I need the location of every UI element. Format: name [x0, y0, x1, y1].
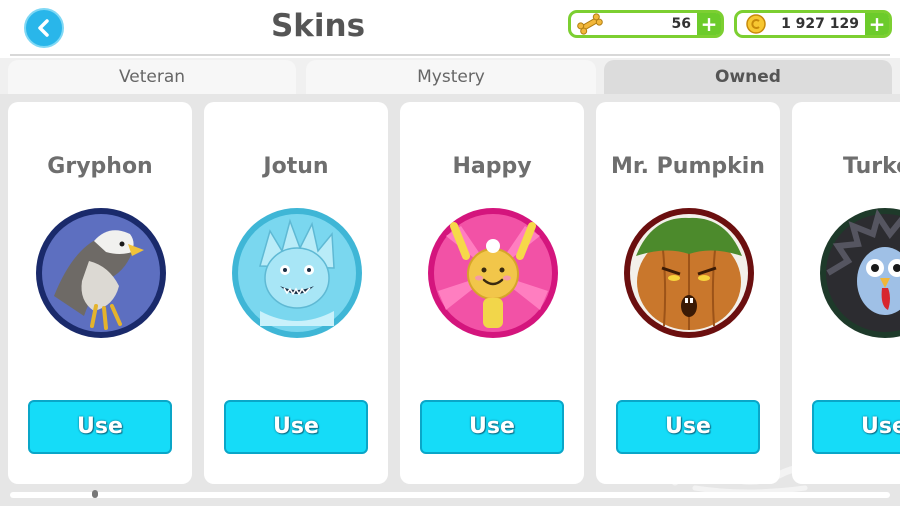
add-bones-button[interactable]: +: [697, 13, 721, 35]
use-button[interactable]: Use: [224, 400, 368, 454]
skin-name: Happy: [452, 154, 532, 179]
use-button[interactable]: Use: [28, 400, 172, 454]
tab-bar: Veteran Mystery Owned: [0, 60, 900, 94]
use-button[interactable]: Use: [420, 400, 564, 454]
bone-amount: 56: [671, 16, 691, 32]
top-bar: Skins 56 + 1 927 129 +: [0, 0, 900, 58]
skins-list: Gryphon Use Jotun Use Happy Use Mr. Pump…: [0, 94, 900, 506]
mr-pumpkin-skin-icon: [624, 208, 754, 338]
skin-name: Turke: [843, 154, 900, 179]
tab-veteran[interactable]: Veteran: [8, 60, 296, 94]
tab-owned[interactable]: Owned: [604, 60, 892, 94]
bone-icon: [577, 13, 603, 35]
skin-name: Jotun: [263, 154, 329, 179]
gryphon-skin-icon: [36, 208, 166, 338]
bone-currency: 56 +: [568, 10, 724, 38]
skin-card-turkey: Turke Use: [792, 102, 900, 484]
coin-currency: 1 927 129 +: [734, 10, 892, 38]
use-button[interactable]: Use: [812, 400, 900, 454]
skin-card-happy: Happy Use: [400, 102, 584, 484]
jotun-skin-icon: [232, 208, 362, 338]
skin-name: Mr. Pumpkin: [611, 154, 765, 179]
tab-mystery[interactable]: Mystery: [306, 60, 596, 94]
skin-card-mr-pumpkin: Mr. Pumpkin Use: [596, 102, 780, 484]
coin-icon: [746, 14, 766, 34]
add-coins-button[interactable]: +: [865, 13, 889, 35]
happy-skin-icon: [428, 208, 558, 338]
skin-card-gryphon: Gryphon Use: [8, 102, 192, 484]
skin-name: Gryphon: [47, 154, 153, 179]
skin-card-jotun: Jotun Use: [204, 102, 388, 484]
use-button[interactable]: Use: [616, 400, 760, 454]
page-title: Skins: [270, 8, 366, 44]
scrollbar-thumb[interactable]: [92, 490, 98, 498]
coin-amount: 1 927 129: [781, 16, 859, 32]
watermark-logo: [671, 463, 889, 495]
header-divider: [10, 54, 890, 56]
turkey-skin-icon: [820, 208, 900, 338]
